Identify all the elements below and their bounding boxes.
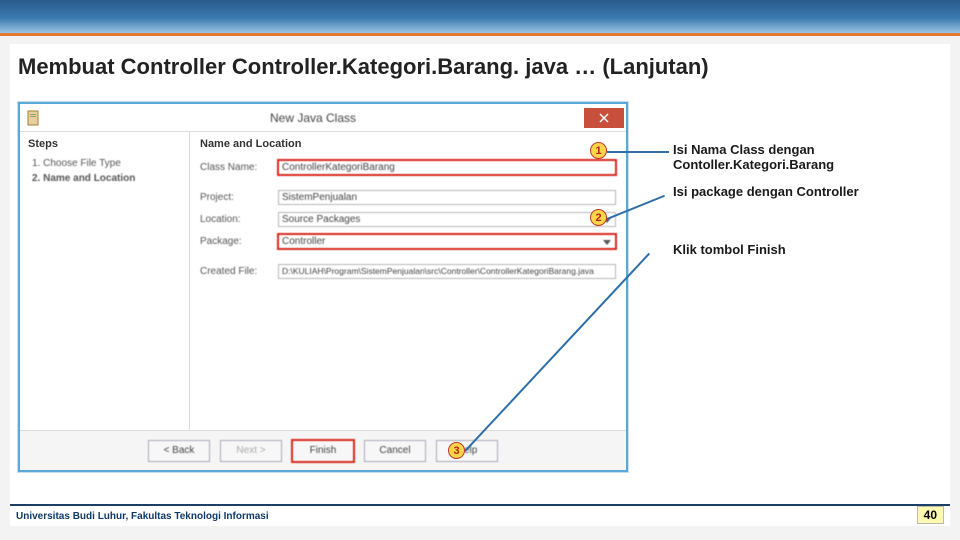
created-file-display: D:\KULIAH\Program\SistemPenjualan\src\Co… <box>278 264 616 279</box>
step-item: 1. Choose File Type <box>32 156 181 171</box>
class-name-input[interactable]: ControllerKategoriBarang <box>278 160 616 175</box>
dialog-button-bar: < Back Next > Finish Cancel Help <box>20 430 626 470</box>
footer-university: Universitas Budi Luhur, Fakultas Teknolo… <box>16 511 269 522</box>
slide-title: Membuat Controller Controller.Kategori.B… <box>18 54 709 80</box>
next-button[interactable]: Next > <box>220 440 282 462</box>
slide-content: Membuat Controller Controller.Kategori.B… <box>10 44 950 526</box>
step-item: 2. Name and Location <box>32 171 181 186</box>
java-file-icon <box>26 110 42 126</box>
dialog-titlebar: New Java Class <box>20 104 626 132</box>
finish-button[interactable]: Finish <box>292 440 354 462</box>
project-label: Project: <box>200 192 278 203</box>
wizard-steps-panel: Steps 1. Choose File Type 2. Name and Lo… <box>20 132 190 432</box>
callout-3-badge: 3 <box>448 442 465 459</box>
steps-header: Steps <box>28 138 181 150</box>
location-label: Location: <box>200 214 278 225</box>
package-input[interactable]: Controller <box>278 234 616 249</box>
created-file-label: Created File: <box>200 266 278 277</box>
wizard-content-panel: Name and Location Class Name: Controller… <box>190 132 626 432</box>
help-button[interactable]: Help <box>436 440 498 462</box>
header-band <box>0 0 960 36</box>
callout-3-text: Klik tombol Finish <box>673 242 786 257</box>
footer: Universitas Budi Luhur, Fakultas Teknolo… <box>10 504 950 526</box>
callout-2-text: Isi package dengan Controller <box>673 184 859 199</box>
page-number: 40 <box>917 506 944 524</box>
callout-2-badge: 2 <box>590 209 607 226</box>
class-name-label: Class Name: <box>200 162 278 173</box>
close-button[interactable] <box>584 108 624 128</box>
close-icon <box>599 113 609 123</box>
callout-1-badge: 1 <box>590 142 607 159</box>
location-value: Source Packages <box>282 214 360 225</box>
section-header: Name and Location <box>200 138 616 150</box>
callout-1-text: Isi Nama Class dengan Contoller.Kategori… <box>673 142 950 172</box>
project-input[interactable]: SistemPenjualan <box>278 190 616 205</box>
package-value: Controller <box>282 236 325 247</box>
package-label: Package: <box>200 236 278 247</box>
cancel-button[interactable]: Cancel <box>364 440 426 462</box>
dialog-title: New Java Class <box>42 111 584 125</box>
back-button[interactable]: < Back <box>148 440 210 462</box>
callout-1-line <box>607 151 669 153</box>
new-class-dialog: New Java Class Steps 1. Choose File Type… <box>18 102 628 472</box>
location-select[interactable]: Source Packages <box>278 212 616 227</box>
